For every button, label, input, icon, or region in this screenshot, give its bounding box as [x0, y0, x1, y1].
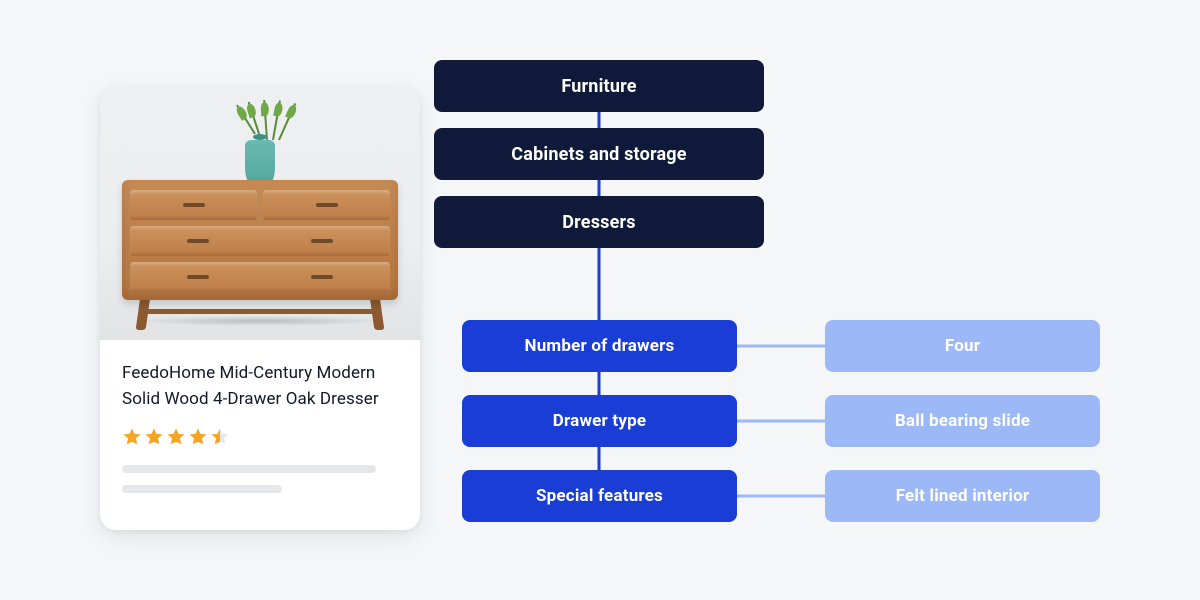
attr-value-1: Ball bearing slide	[825, 395, 1100, 447]
product-title: FeedoHome Mid-Century Modern Solid Wood …	[122, 360, 398, 413]
attr-name-1: Drawer type	[462, 395, 737, 447]
placeholder-lines	[122, 465, 398, 493]
category-node-2: Dressers	[434, 196, 764, 248]
product-card: FeedoHome Mid-Century Modern Solid Wood …	[100, 85, 420, 530]
star-icon	[188, 427, 208, 447]
product-image	[100, 85, 420, 340]
star-icon	[210, 427, 230, 447]
dresser-illustration	[122, 180, 398, 330]
attr-value-2: Felt lined interior	[825, 470, 1100, 522]
category-node-0: Furniture	[434, 60, 764, 112]
star-rating	[122, 427, 398, 447]
attr-value-0: Four	[825, 320, 1100, 372]
attr-name-0: Number of drawers	[462, 320, 737, 372]
attr-name-2: Special features	[462, 470, 737, 522]
star-icon	[166, 427, 186, 447]
star-icon	[122, 427, 142, 447]
category-node-1: Cabinets and storage	[434, 128, 764, 180]
star-icon	[144, 427, 164, 447]
